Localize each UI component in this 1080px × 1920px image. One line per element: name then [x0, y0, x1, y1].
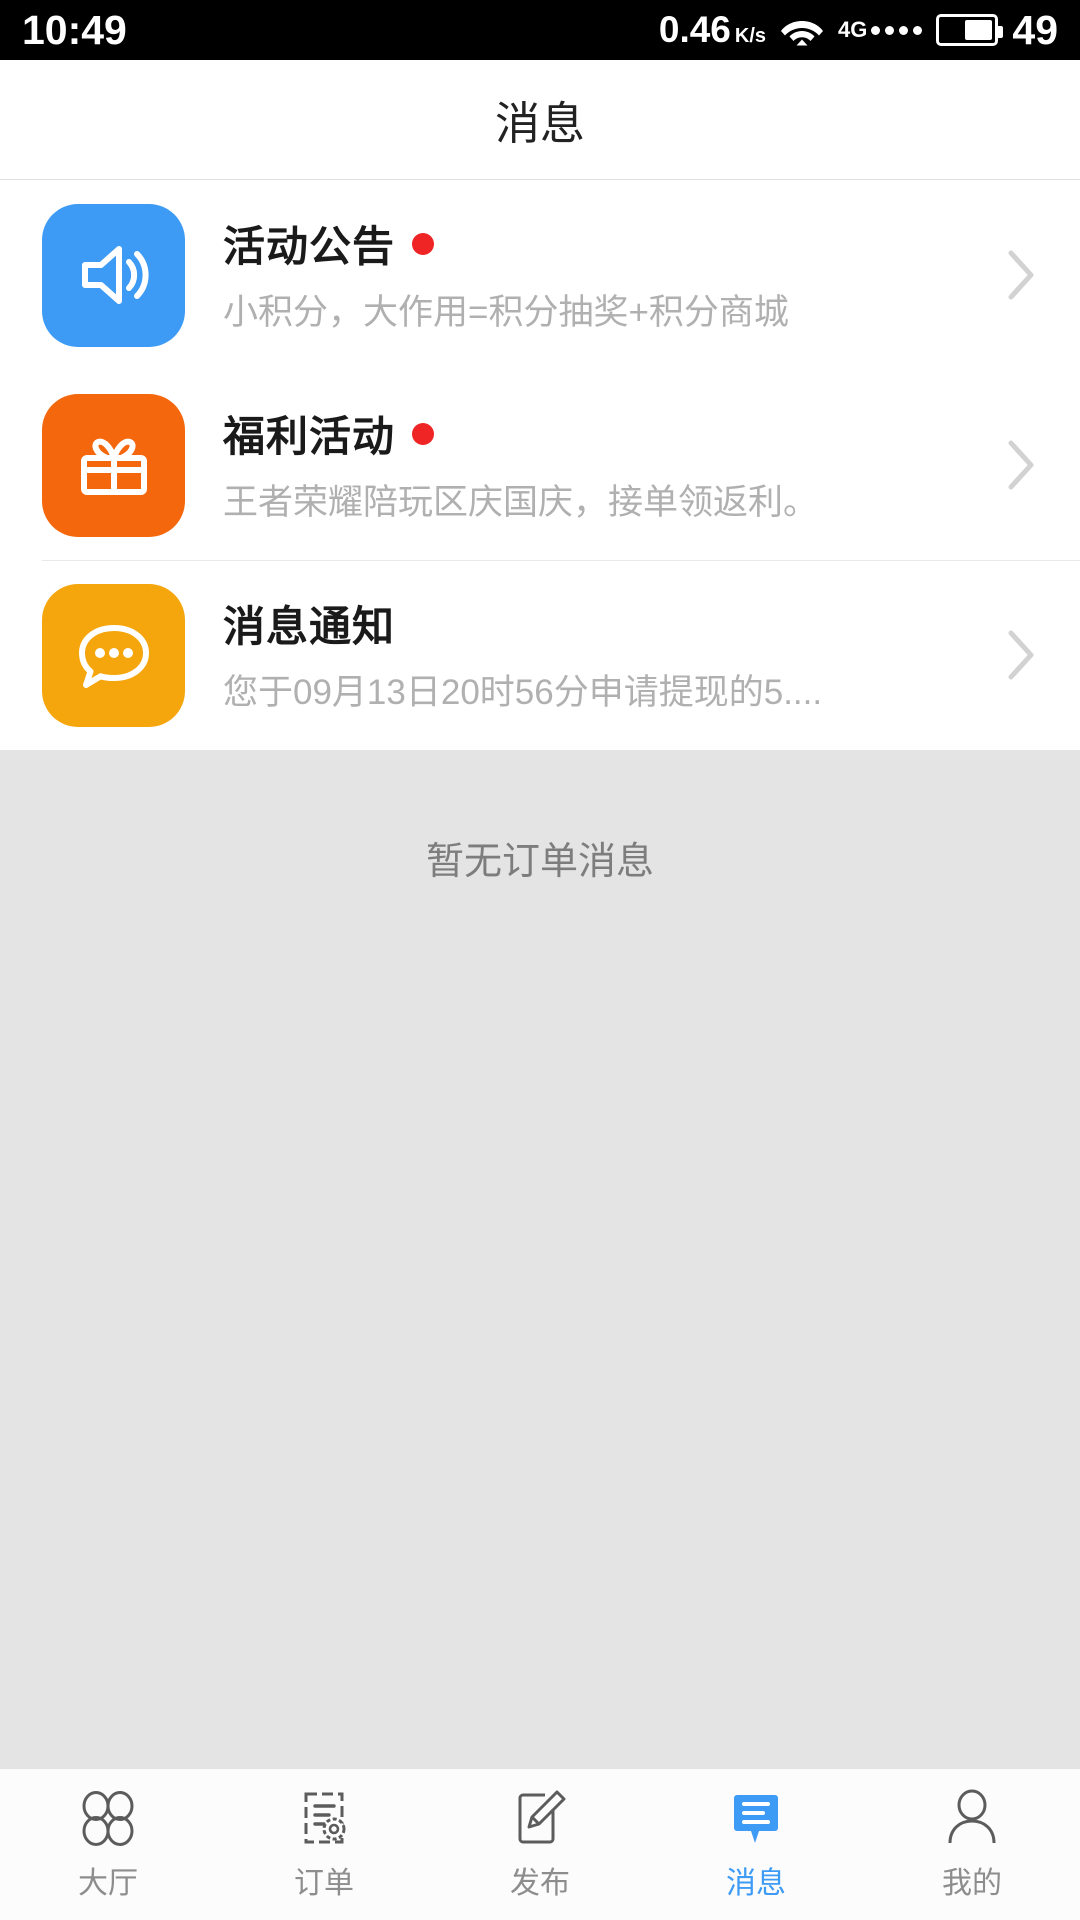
message-list: 活动公告 小积分，大作用=积分抽奖+积分商城 福利活动 王者荣耀陪玩区庆国庆，接…	[0, 180, 1080, 750]
mobile-network-label: 4G	[838, 17, 868, 42]
chevron-right-icon[interactable]	[998, 439, 1044, 491]
tab-hall[interactable]: 大厅	[0, 1769, 216, 1920]
list-item-subtitle: 小积分，大作用=积分抽奖+积分商城	[223, 292, 789, 332]
empty-state-text: 暂无订单消息	[425, 841, 654, 883]
list-item-content: 活动公告 小积分，大作用=积分抽奖+积分商城	[185, 216, 998, 335]
battery-fill	[964, 20, 993, 40]
battery-percent-label: 49	[1012, 6, 1058, 53]
network-speed-indicator: 0.46 K / s	[659, 9, 766, 51]
mobile-network-indicator: 4G	[838, 17, 923, 43]
speaker-announcement-icon	[42, 203, 185, 347]
list-item-title-row: 活动公告	[223, 216, 998, 272]
app-screen: 10:49 0.46 K / s 4G 49 消息 活动公告 小积分，大作用=积…	[0, 0, 1080, 1920]
page-title: 消息	[494, 98, 585, 149]
list-item-title: 消息通知	[223, 603, 396, 650]
tab-label: 我的	[942, 1867, 1002, 1900]
list-item-title-row: 福利活动	[223, 406, 998, 462]
tab-messages[interactable]: 消息	[648, 1769, 864, 1920]
unread-dot-badge	[412, 232, 435, 255]
tab-label: 大厅	[78, 1867, 138, 1900]
bottom-tab-bar: 大厅 订单 发布 消息 我的	[0, 1768, 1080, 1920]
chevron-right-icon[interactable]	[998, 249, 1044, 301]
chevron-right-icon[interactable]	[998, 629, 1044, 681]
page-header: 消息	[0, 60, 1080, 180]
list-item-title: 福利活动	[223, 413, 396, 460]
list-item-content: 消息通知 您于09月13日20时56分申请提现的5....	[185, 596, 998, 715]
list-item-content: 福利活动 王者荣耀陪玩区庆国庆，接单领返利。	[185, 406, 998, 525]
battery-icon	[936, 14, 1004, 46]
empty-state-area: 暂无订单消息	[0, 750, 1080, 1768]
grid-four-circles-icon	[77, 1787, 139, 1849]
network-speed-unit: K / s	[735, 26, 766, 46]
message-bubble-icon	[725, 1787, 787, 1849]
chat-bubble-dots-icon	[42, 583, 185, 727]
tab-label: 消息	[726, 1867, 786, 1900]
list-item[interactable]: 活动公告 小积分，大作用=积分抽奖+积分商城	[0, 180, 1080, 370]
wifi-icon	[780, 12, 824, 48]
list-item[interactable]: 消息通知 您于09月13日20时56分申请提现的5....	[0, 560, 1080, 750]
tab-publish[interactable]: 发布	[432, 1769, 648, 1920]
tab-orders[interactable]: 订单	[216, 1769, 432, 1920]
speed-unit-numerator: K	[734, 25, 750, 47]
speed-unit-denominator: s	[754, 25, 767, 47]
list-item-subtitle: 您于09月13日20时56分申请提现的5....	[223, 672, 823, 712]
tab-label: 订单	[294, 1867, 354, 1900]
network-speed-value: 0.46	[658, 9, 731, 50]
gift-icon	[42, 393, 185, 537]
status-bar-indicators: 0.46 K / s 4G 49	[659, 7, 1058, 54]
status-bar: 10:49 0.46 K / s 4G 49	[0, 0, 1080, 60]
order-document-icon	[293, 1787, 355, 1849]
list-item[interactable]: 福利活动 王者荣耀陪玩区庆国庆，接单领返利。	[0, 370, 1080, 560]
list-item-subtitle: 王者荣耀陪玩区庆国庆，接单领返利。	[223, 482, 819, 522]
status-bar-clock: 10:49	[22, 6, 127, 53]
list-item-title-row: 消息通知	[223, 596, 998, 652]
publish-pencil-icon	[509, 1787, 571, 1849]
list-item-title: 活动公告	[223, 223, 396, 270]
tab-profile[interactable]: 我的	[864, 1769, 1080, 1920]
user-profile-icon	[941, 1787, 1003, 1849]
unread-dot-badge	[412, 422, 435, 445]
tab-label: 发布	[510, 1867, 570, 1900]
signal-strength-dots	[871, 25, 923, 35]
